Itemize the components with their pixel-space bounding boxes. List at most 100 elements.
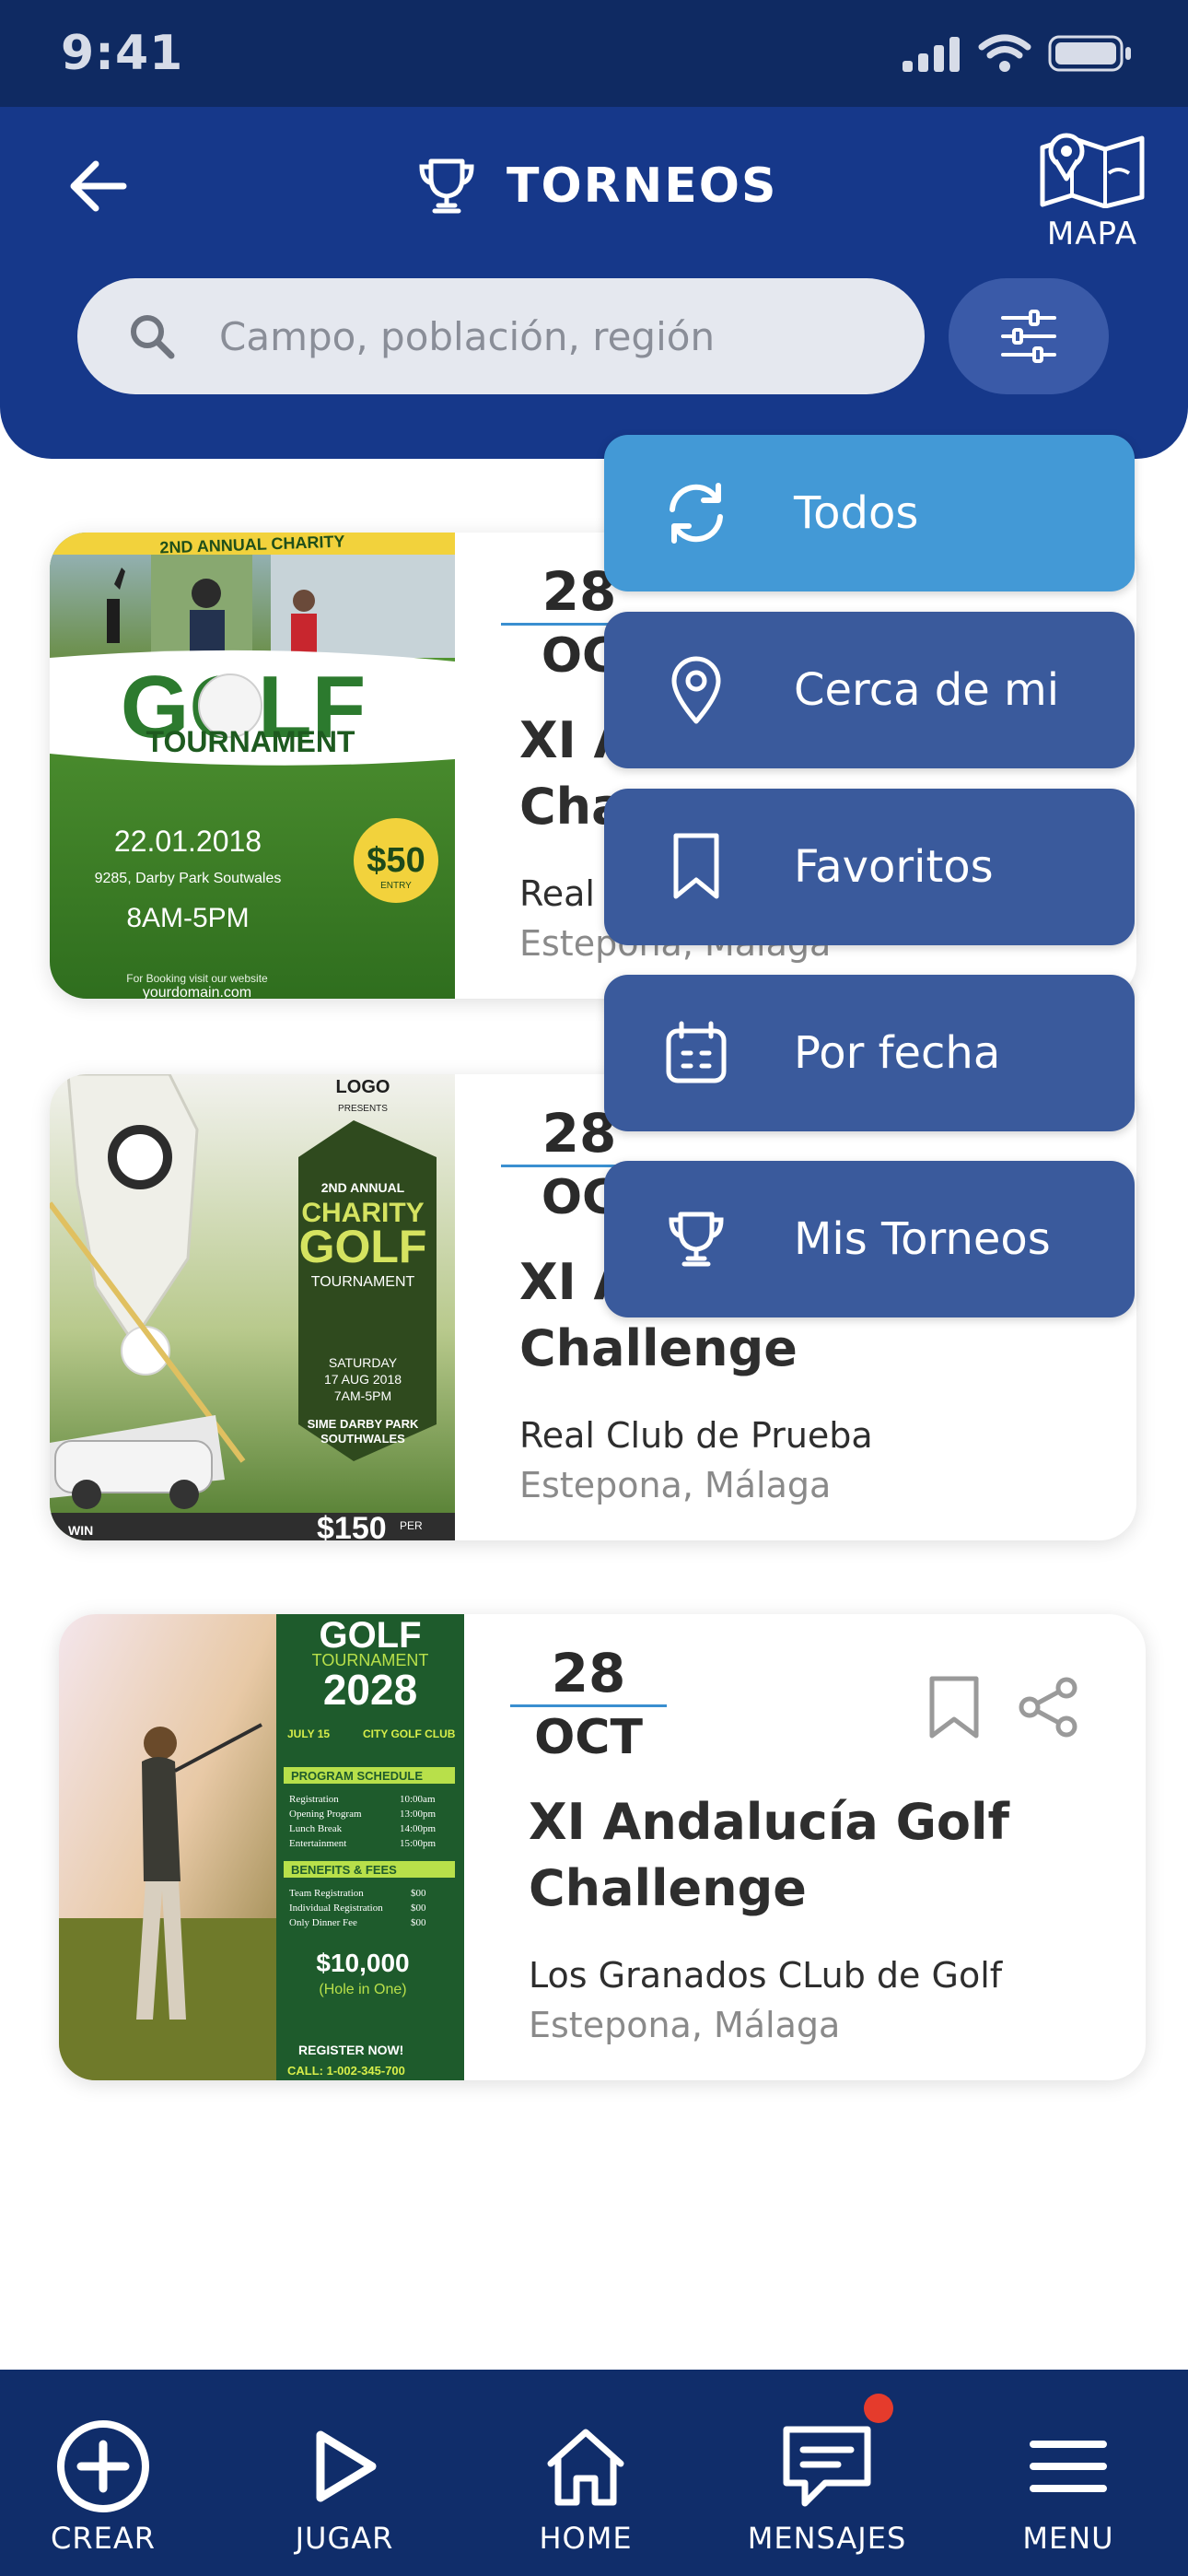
title-text: TORNEOS	[507, 158, 778, 214]
poster-fee-item: Team Registration	[289, 1888, 364, 1899]
nav-label: HOME	[539, 2521, 633, 2556]
poster-win: WIN	[68, 1523, 93, 1538]
filter-option-label: Todos	[794, 487, 919, 539]
wifi-icon	[978, 34, 1031, 72]
nav-jugar[interactable]: JUGAR	[243, 2370, 446, 2576]
date-month: OCT	[534, 1710, 643, 1765]
poster-subtitle: TOURNAMENT	[146, 725, 355, 758]
poster-prize: $10,000	[316, 1949, 409, 1977]
poster-schedule-time: 10:00am	[400, 1794, 436, 1805]
location: Estepona, Málaga	[529, 2005, 841, 2045]
filter-button[interactable]	[949, 278, 1109, 394]
trophy-icon	[419, 158, 474, 214]
status-bar: 9:41	[0, 0, 1188, 107]
poster-schedule-item: Opening Program	[289, 1809, 362, 1820]
date-divider	[510, 1704, 667, 1707]
poster-footer: For Booking visit our website	[126, 972, 268, 985]
poster-headline: GOLF	[299, 1221, 427, 1272]
tournament-poster: GOLF TOURNAMENT 2028 JULY 15 CITY GOLF C…	[59, 1614, 464, 2080]
poster-phone: CALL: 1-002-345-700	[287, 2064, 405, 2078]
filter-option-mis-torneos[interactable]: Mis Torneos	[604, 1161, 1135, 1317]
filter-option-todos[interactable]: Todos	[604, 435, 1135, 591]
filter-option-favoritos[interactable]: Favoritos	[604, 789, 1135, 945]
poster-day: SATURDAY	[329, 1355, 398, 1370]
chat-icon	[776, 2416, 878, 2517]
poster-schedule-title: PROGRAM SCHEDULE	[291, 1769, 423, 1783]
tournament-poster: LOGO PRESENTS 2ND ANNUAL CHARITY GOLF TO…	[50, 1074, 455, 1540]
poster-venue: SIME DARBY PARK	[308, 1417, 419, 1431]
poster-fee-value: $00	[411, 1903, 426, 1914]
poster-fee-value: $00	[411, 1888, 426, 1899]
poster-date: 17 AUG 2018	[324, 1372, 402, 1387]
tournament-title: XI Andalucía Golf Challenge	[529, 1789, 1044, 1922]
poster-year: 2028	[323, 1666, 417, 1714]
poster-when: JULY 15	[287, 1727, 330, 1740]
title-line: XI Andalucía Golf	[529, 1793, 1009, 1851]
status-icons	[903, 33, 1133, 74]
poster-logo: LOGO	[336, 1077, 390, 1097]
poster-schedule-item: Registration	[289, 1794, 339, 1805]
calendar-icon	[659, 1016, 733, 1090]
poster-venue: SOUTHWALES	[320, 1432, 405, 1446]
filter-option-cerca[interactable]: Cerca de mi	[604, 612, 1135, 768]
share-button[interactable]	[1017, 1675, 1081, 1739]
signal-icon	[903, 37, 960, 72]
poster-presents: PRESENTS	[338, 1104, 388, 1114]
nav-home[interactable]: HOME	[484, 2370, 687, 2576]
title-line: Challenge	[519, 1319, 798, 1377]
tournament-poster: 2ND ANNUAL CHARITY GOLF TOURNAMENT 22.01…	[50, 533, 455, 999]
filter-option-label: Favoritos	[794, 841, 994, 893]
map-button[interactable]: MAPA	[1037, 129, 1147, 258]
tournament-card[interactable]: GOLF TOURNAMENT 2028 JULY 15 CITY GOLF C…	[59, 1614, 1146, 2080]
poster-headline: GOLF	[319, 1615, 421, 1656]
search-input[interactable]	[219, 313, 919, 359]
nav-mensajes[interactable]: MENSAJES	[726, 2370, 928, 2576]
poster-time: 8AM-5PM	[126, 903, 249, 933]
status-time: 9:41	[61, 26, 184, 81]
map-icon	[1040, 133, 1145, 209]
back-button[interactable]	[66, 157, 133, 216]
bookmark-button[interactable]	[926, 1675, 982, 1741]
page-title: TORNEOS	[414, 147, 777, 225]
poster-fee-item: Only Dinner Fee	[289, 1917, 357, 1928]
search-icon	[131, 315, 175, 359]
nav-menu[interactable]: MENU	[967, 2370, 1170, 2576]
date-day: 28	[551, 1642, 626, 1704]
arrow-left-icon	[70, 160, 127, 212]
club-name: Los Granados CLub de Golf	[529, 1955, 1003, 1996]
map-label: MAPA	[1046, 216, 1138, 252]
nav-label: MENSAJES	[747, 2521, 907, 2556]
poster-subtitle: TOURNAMENT	[311, 1274, 415, 1290]
poster-cta: REGISTER NOW!	[298, 2043, 403, 2057]
search-bar[interactable]	[77, 278, 925, 394]
location-pin-icon	[659, 653, 733, 727]
poster-schedule-item: Entertainment	[289, 1838, 346, 1849]
poster-annual: 2ND ANNUAL	[321, 1180, 405, 1195]
share-icon	[1019, 1677, 1077, 1738]
poster-fee-item: Individual Registration	[289, 1903, 383, 1914]
bottom-nav: CREAR JUGAR HOME MENSAJES MENU	[0, 2370, 1188, 2576]
nav-label: JUGAR	[295, 2521, 394, 2556]
poster-fees-title: BENEFITS & FEES	[291, 1863, 397, 1877]
header: TORNEOS MAPA	[0, 107, 1188, 459]
hamburger-icon	[1018, 2416, 1119, 2517]
poster-time: 7AM-5PM	[334, 1388, 391, 1403]
club-name: Real Club de Prueba	[519, 1415, 873, 1456]
poster-date: 22.01.2018	[114, 825, 262, 858]
battery-icon	[1048, 35, 1131, 72]
nav-label: CREAR	[51, 2521, 156, 2556]
notification-badge	[864, 2394, 893, 2423]
nav-crear[interactable]: CREAR	[2, 2370, 204, 2576]
poster-price: $50	[367, 841, 425, 880]
card-body: 28 OCT XI Andalucía Golf Challenge Los G…	[464, 1614, 1146, 2080]
filter-option-label: Mis Torneos	[794, 1213, 1051, 1265]
bookmark-icon	[929, 1676, 979, 1739]
title-line: Challenge	[529, 1859, 807, 1917]
poster-schedule-item: Lunch Break	[289, 1823, 343, 1834]
poster-address: 9285, Darby Park Soutwales	[95, 871, 282, 886]
poster-price: $150	[317, 1511, 387, 1540]
filter-option-fecha[interactable]: Por fecha	[604, 975, 1135, 1131]
poster-price-note: PER	[400, 1519, 423, 1532]
refresh-icon	[659, 476, 733, 550]
filter-option-label: Cerca de mi	[794, 664, 1060, 716]
